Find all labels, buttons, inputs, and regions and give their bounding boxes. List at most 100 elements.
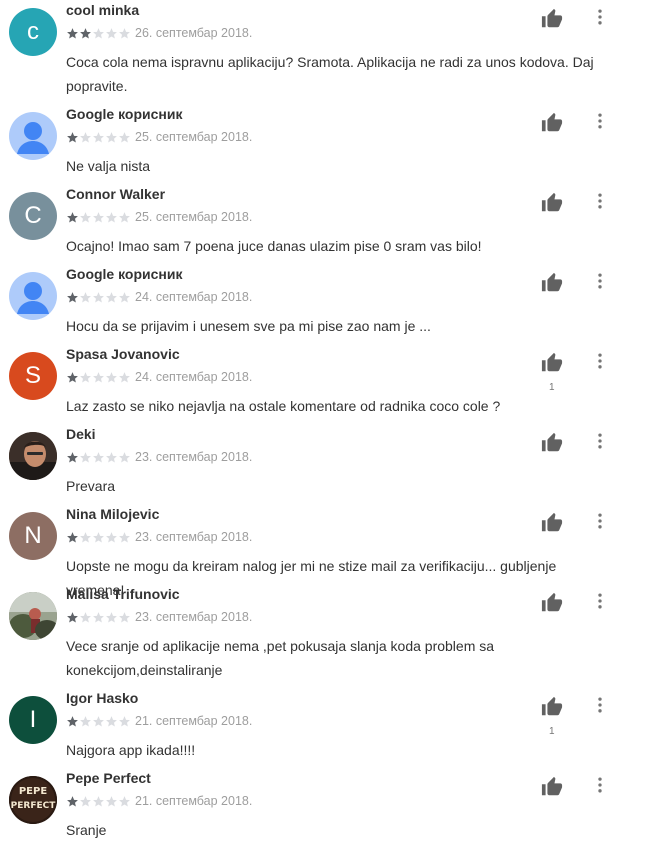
user-photo-icon	[9, 432, 57, 480]
default-person-icon	[17, 122, 49, 154]
star-empty-icon	[79, 715, 92, 728]
author-name: Spasa Jovanovic	[66, 346, 180, 362]
author-name: Igor Hasko	[66, 690, 139, 706]
star-empty-icon	[92, 291, 105, 304]
review-date: 24. септембар 2018.	[135, 290, 253, 304]
star-rating	[66, 531, 131, 544]
star-empty-icon	[105, 291, 118, 304]
author-name: Deki	[66, 426, 96, 442]
thumb-up-icon[interactable]	[540, 352, 566, 376]
star-empty-icon	[79, 131, 92, 144]
thumb-up-icon[interactable]	[540, 512, 566, 536]
thumb-up-icon[interactable]	[540, 8, 566, 32]
star-empty-icon	[105, 371, 118, 384]
star-empty-icon	[92, 451, 105, 464]
more-vert-icon[interactable]	[590, 110, 610, 134]
star-empty-icon	[92, 371, 105, 384]
star-rating	[66, 371, 131, 384]
rating-row: 23. септембар 2018.	[66, 609, 252, 625]
star-empty-icon	[118, 795, 131, 808]
star-rating	[66, 715, 131, 728]
more-vert-icon[interactable]	[590, 270, 610, 294]
author-name: Google корисник	[66, 106, 183, 122]
review-date: 23. септембар 2018.	[135, 450, 253, 464]
star-empty-icon	[92, 131, 105, 144]
more-vert-icon[interactable]	[590, 350, 610, 374]
star-filled-icon	[79, 27, 92, 40]
rating-row: 23. септембар 2018.	[66, 449, 252, 465]
thumb-up-icon[interactable]	[540, 432, 566, 456]
rating-row: 21. септембар 2018.	[66, 793, 252, 809]
star-empty-icon	[105, 27, 118, 40]
rating-row: 23. септембар 2018.	[66, 529, 252, 545]
star-empty-icon	[92, 715, 105, 728]
star-filled-icon	[66, 131, 79, 144]
more-vert-icon[interactable]	[590, 774, 610, 798]
more-vert-icon[interactable]	[590, 430, 610, 454]
avatar[interactable]	[9, 592, 57, 640]
star-filled-icon	[66, 371, 79, 384]
more-vert-icon[interactable]	[590, 6, 610, 30]
like-count: 1	[549, 726, 555, 737]
thumb-up-icon[interactable]	[540, 112, 566, 136]
avatar[interactable]: I	[9, 696, 57, 744]
logo-line-2: PERFECT	[10, 801, 56, 811]
more-vert-icon[interactable]	[590, 190, 610, 214]
avatar[interactable]: C	[9, 192, 57, 240]
star-empty-icon	[118, 611, 131, 624]
star-empty-icon	[79, 611, 92, 624]
star-empty-icon	[118, 451, 131, 464]
avatar[interactable]: c	[9, 8, 57, 56]
review-date: 23. септембар 2018.	[135, 530, 253, 544]
star-empty-icon	[92, 211, 105, 224]
star-rating	[66, 451, 131, 464]
star-empty-icon	[118, 131, 131, 144]
star-empty-icon	[105, 211, 118, 224]
thumb-up-icon[interactable]	[540, 592, 566, 616]
author-name: Connor Walker	[66, 186, 166, 202]
more-vert-icon[interactable]	[590, 694, 610, 718]
review-date: 26. септембар 2018.	[135, 26, 253, 40]
avatar-letter: C	[24, 202, 42, 229]
star-rating	[66, 291, 131, 304]
star-empty-icon	[118, 531, 131, 544]
rating-row: 25. септембар 2018.	[66, 209, 252, 225]
review-text: Ocajno! Imao sam 7 poena juce danas ulaz…	[66, 238, 482, 254]
star-filled-icon	[66, 211, 79, 224]
avatar[interactable]	[9, 432, 57, 480]
star-empty-icon	[118, 371, 131, 384]
star-empty-icon	[92, 611, 105, 624]
review-text: Ne valja nista	[66, 158, 151, 174]
avatar[interactable]	[9, 272, 57, 320]
thumb-up-icon[interactable]	[540, 272, 566, 296]
default-person-icon	[17, 282, 49, 314]
star-empty-icon	[118, 291, 131, 304]
avatar[interactable]: N	[9, 512, 57, 560]
avatar-letter: N	[24, 522, 42, 549]
star-empty-icon	[105, 611, 118, 624]
star-rating	[66, 211, 131, 224]
author-name: Pepe Perfect	[66, 770, 151, 786]
avatar-letter: S	[24, 362, 41, 389]
review-text: Laz zasto se niko nejavlja na ostale kom…	[66, 398, 501, 414]
more-vert-icon[interactable]	[590, 510, 610, 534]
review-text: Vece sranje od aplikacije nema ,pet poku…	[66, 638, 495, 678]
star-rating	[66, 611, 131, 624]
review-text: Prevara	[66, 478, 116, 494]
star-empty-icon	[105, 131, 118, 144]
rating-row: 24. септембар 2018.	[66, 369, 252, 385]
star-filled-icon	[66, 451, 79, 464]
star-empty-icon	[92, 531, 105, 544]
thumb-up-icon[interactable]	[540, 776, 566, 800]
avatar[interactable]: PEPE PERFECT	[9, 776, 57, 824]
thumb-up-icon[interactable]	[540, 192, 566, 216]
review-date: 23. септембар 2018.	[135, 610, 253, 624]
more-vert-icon[interactable]	[590, 590, 610, 614]
star-empty-icon	[79, 531, 92, 544]
star-filled-icon	[66, 715, 79, 728]
avatar[interactable]	[9, 112, 57, 160]
thumb-up-icon[interactable]	[540, 696, 566, 720]
avatar[interactable]: S	[9, 352, 57, 400]
star-empty-icon	[118, 211, 131, 224]
star-rating	[66, 131, 131, 144]
